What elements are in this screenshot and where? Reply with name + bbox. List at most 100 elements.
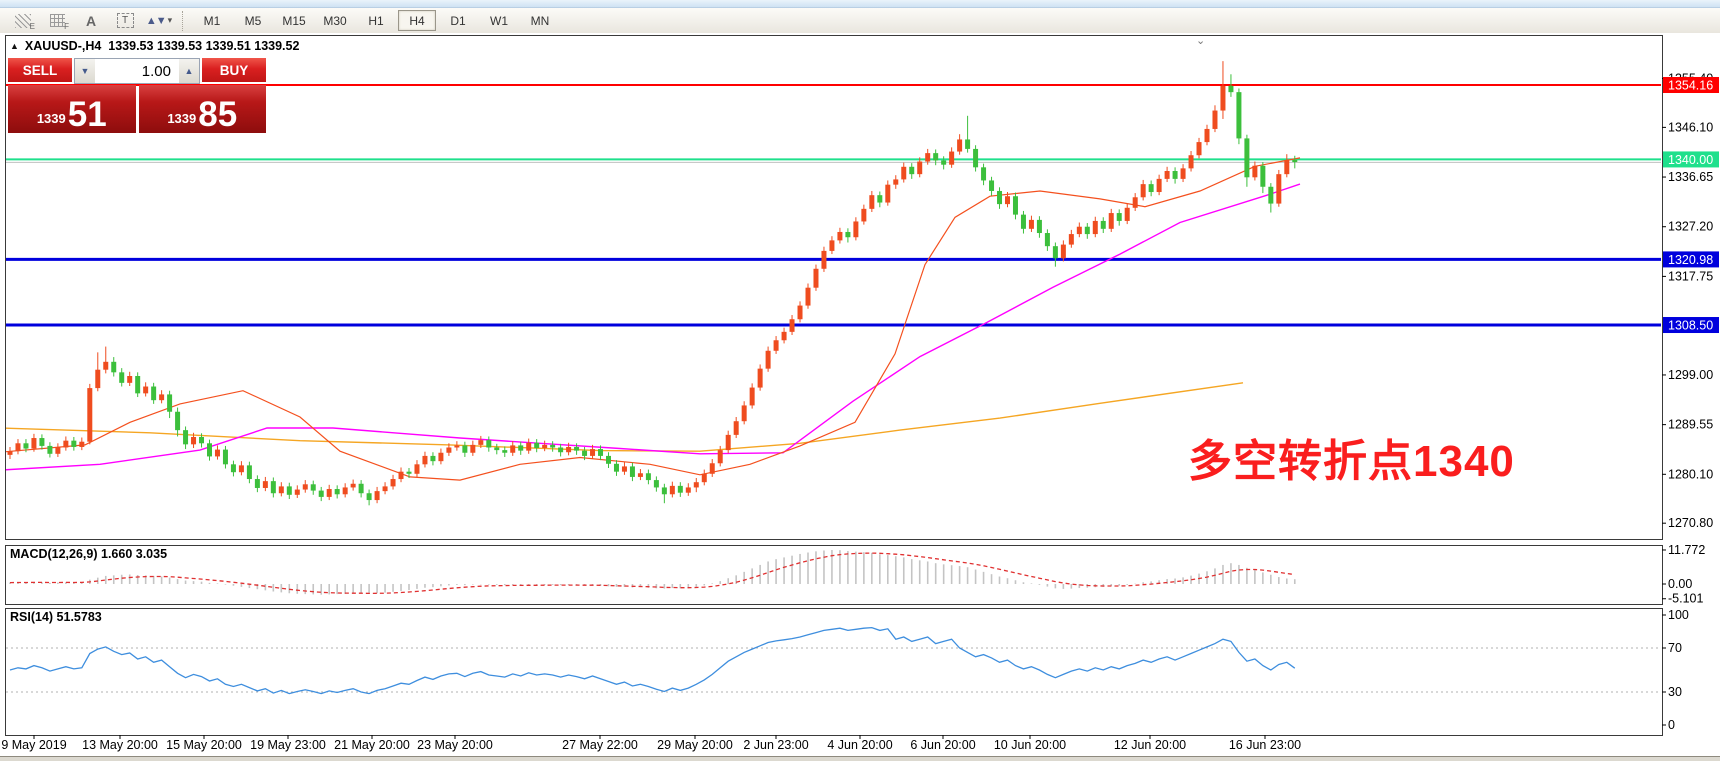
candle-body bbox=[997, 191, 1002, 204]
rsi-axis-label: 0 bbox=[1668, 718, 1675, 732]
price-tick-label: 1280.10 bbox=[1668, 467, 1713, 481]
timeframe-button-h4[interactable]: H4 bbox=[398, 10, 436, 31]
ohlc-quotes: 1339.53 1339.53 1339.51 1339.52 bbox=[108, 39, 299, 53]
candle-body bbox=[1268, 187, 1273, 204]
candle-body bbox=[1181, 168, 1186, 179]
text-icon[interactable]: A bbox=[76, 10, 106, 31]
candle-body bbox=[510, 445, 515, 452]
collapse-panel-icon[interactable]: ▲ bbox=[10, 41, 19, 51]
candle-body bbox=[1005, 196, 1010, 204]
candle-body bbox=[782, 332, 787, 340]
candle-body bbox=[550, 445, 555, 448]
text-label-icon[interactable]: T bbox=[110, 10, 140, 31]
candle-body bbox=[263, 481, 268, 488]
draw-objects-icon[interactable]: E bbox=[8, 10, 38, 31]
candle-body bbox=[287, 486, 292, 494]
bid-price-tile[interactable]: 1339 51 bbox=[8, 85, 136, 133]
candle-body bbox=[1149, 184, 1154, 192]
candle-body bbox=[462, 445, 467, 452]
candle-body bbox=[1085, 227, 1090, 234]
candle-body bbox=[869, 195, 874, 209]
price-tick-label: 1299.00 bbox=[1668, 368, 1713, 382]
price-tick-label: 1270.80 bbox=[1668, 516, 1713, 530]
candle-body bbox=[199, 437, 204, 443]
candle-body bbox=[1021, 215, 1026, 229]
candle-body bbox=[542, 445, 547, 448]
arrow-tools-icon[interactable]: ▲▼ ▾ bbox=[144, 10, 174, 31]
macd-indicator-label: MACD(12,26,9) 1.660 3.035 bbox=[10, 547, 167, 561]
candle-body bbox=[39, 438, 44, 446]
date-label: 2 Jun 23:00 bbox=[743, 738, 808, 752]
candle-body bbox=[446, 447, 451, 452]
candle-body bbox=[247, 465, 252, 479]
window-top-strip bbox=[0, 0, 1720, 8]
symbol-title: XAUUSD-,H4 bbox=[25, 39, 101, 53]
price-tick-label: 1336.65 bbox=[1668, 170, 1713, 184]
candle-body bbox=[311, 484, 316, 490]
candle-body bbox=[726, 435, 731, 450]
candle-body bbox=[1197, 142, 1202, 155]
rsi-axis-label: 70 bbox=[1668, 641, 1682, 655]
date-label: 12 Jun 20:00 bbox=[1114, 738, 1186, 752]
candle-body bbox=[271, 481, 276, 493]
candle-body bbox=[375, 491, 380, 500]
candle-body bbox=[853, 221, 858, 237]
timeframe-button-m1[interactable]: M1 bbox=[193, 10, 231, 31]
candle-body bbox=[119, 372, 124, 383]
chart-dropdown-icon[interactable]: ⌄ bbox=[1196, 34, 1205, 47]
volume-increase-button[interactable]: ▲ bbox=[179, 59, 199, 83]
candle-body bbox=[806, 288, 811, 306]
candle-body bbox=[1101, 221, 1106, 229]
symbol-info-bar[interactable]: ▲ XAUUSD-,H4 1339.53 1339.53 1339.51 133… bbox=[10, 39, 299, 53]
timeframe-button-h1[interactable]: H1 bbox=[357, 10, 395, 31]
timeframe-button-m15[interactable]: M15 bbox=[275, 10, 313, 31]
letter-a-glyph: A bbox=[86, 14, 96, 28]
price-tick-label: 1346.10 bbox=[1668, 120, 1713, 134]
volume-decrease-button[interactable]: ▼ bbox=[75, 59, 95, 83]
candle-body bbox=[694, 482, 699, 487]
candle-body bbox=[151, 387, 156, 401]
candle-body bbox=[941, 160, 946, 164]
timeframe-button-mn[interactable]: MN bbox=[521, 10, 559, 31]
price-badge-label: 1354.16 bbox=[1668, 79, 1713, 93]
candle-body bbox=[957, 139, 962, 151]
candle-body bbox=[686, 487, 691, 492]
candle-body bbox=[877, 195, 882, 202]
volume-input[interactable] bbox=[95, 59, 179, 83]
macd-axis-label: 11.772 bbox=[1668, 543, 1705, 557]
candle-body bbox=[925, 153, 930, 161]
price-tick-label: 1327.20 bbox=[1668, 220, 1713, 234]
candle-body bbox=[486, 440, 491, 447]
icon-letter: F bbox=[64, 22, 69, 31]
timeframe-button-m5[interactable]: M5 bbox=[234, 10, 272, 31]
chart-canvas[interactable]: 1355.401346.101336.651327.201317.751299.… bbox=[0, 33, 1720, 761]
ask-price-tile[interactable]: 1339 85 bbox=[139, 85, 267, 133]
sell-button[interactable]: SELL bbox=[8, 58, 72, 84]
chevron-down-icon[interactable]: ▾ bbox=[168, 15, 173, 26]
candle-body bbox=[454, 445, 459, 447]
candle-body bbox=[654, 480, 659, 487]
date-label: 4 Jun 20:00 bbox=[827, 738, 892, 752]
candle-body bbox=[215, 450, 220, 457]
grid-icon[interactable]: F bbox=[42, 10, 72, 31]
candle-body bbox=[319, 491, 324, 497]
price-badge-label: 1340.00 bbox=[1668, 153, 1713, 167]
candle-body bbox=[55, 447, 60, 453]
candle-body bbox=[175, 412, 180, 430]
hatch-pencil-icon bbox=[15, 14, 31, 28]
candle-body bbox=[1252, 166, 1257, 178]
timeframe-button-m30[interactable]: M30 bbox=[316, 10, 354, 31]
buy-button[interactable]: BUY bbox=[202, 58, 266, 84]
candle-body bbox=[1133, 197, 1138, 208]
candle-body bbox=[367, 493, 372, 500]
candle-body bbox=[111, 362, 116, 373]
timeframe-button-d1[interactable]: D1 bbox=[439, 10, 477, 31]
candle-body bbox=[502, 450, 507, 453]
candle-body bbox=[327, 489, 332, 497]
candle-body bbox=[718, 450, 723, 463]
candle-body bbox=[343, 487, 348, 494]
candle-body bbox=[223, 450, 228, 465]
grid-glyph-icon bbox=[50, 14, 65, 27]
candle-body bbox=[359, 484, 364, 493]
timeframe-button-w1[interactable]: W1 bbox=[480, 10, 518, 31]
